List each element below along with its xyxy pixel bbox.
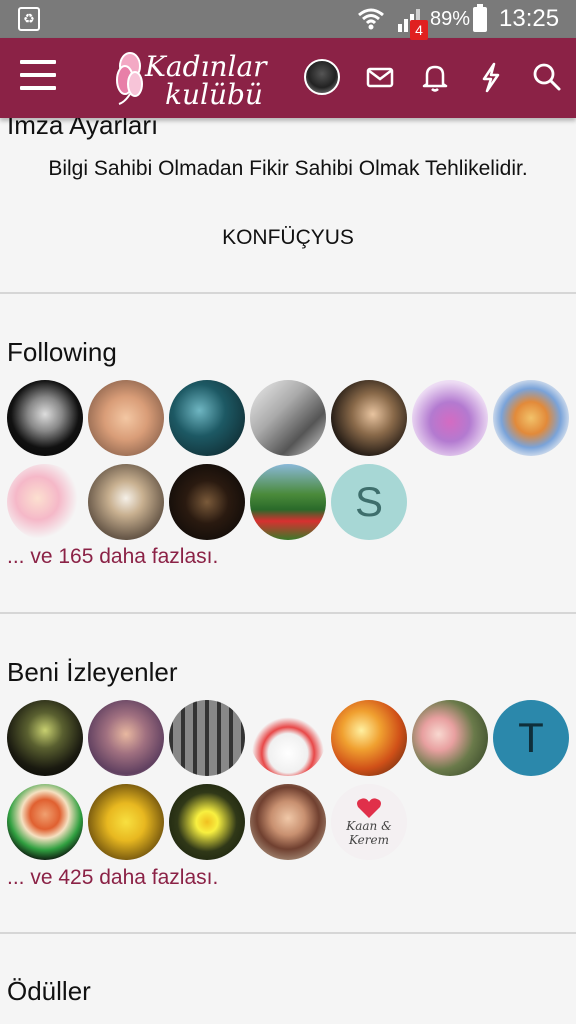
signature-author: KONFÜÇYUS	[222, 226, 354, 249]
user-avatar-button[interactable]	[304, 59, 340, 95]
avatar-queen[interactable]	[331, 380, 407, 456]
divider	[0, 612, 576, 614]
search-icon[interactable]	[530, 60, 564, 94]
avatar-doll-purple[interactable]	[412, 380, 488, 456]
avatar-reaper[interactable]	[7, 700, 83, 776]
battery-icon	[473, 4, 487, 32]
app-header: Kadınlar kulübü	[0, 38, 576, 118]
clock: 13:25	[499, 5, 560, 32]
avatar-letter-t[interactable]: T	[493, 700, 569, 776]
avatar-kaan-kerem[interactable]: Kaan & Kerem	[331, 784, 407, 860]
notification-count-badge: 4	[410, 20, 428, 40]
battery-percent: 89%	[430, 8, 471, 30]
awards-title: Ödüller	[7, 976, 91, 1006]
divider	[0, 292, 576, 294]
followers-more-link[interactable]: ... ve 425 daha fazlası.	[7, 866, 218, 890]
wifi-icon	[358, 8, 384, 30]
divider	[0, 932, 576, 934]
avatar-child[interactable]	[88, 380, 164, 456]
avatar-bw-woman[interactable]	[7, 380, 83, 456]
mail-icon[interactable]	[363, 60, 397, 94]
recycle-icon: ♻	[18, 7, 40, 31]
avatar-cartoon-girl[interactable]	[493, 380, 569, 456]
avatar-letter-s[interactable]: S	[331, 464, 407, 540]
signature-quote: Bilgi Sahibi Olmadan Fikir Sahibi Olmak …	[48, 157, 528, 180]
following-avatars-row-1	[7, 380, 569, 456]
avatar-purple-portrait[interactable]	[88, 700, 164, 776]
avatar-roses[interactable]	[412, 700, 488, 776]
following-more-link[interactable]: ... ve 165 daha fazlası.	[7, 545, 218, 569]
bell-icon[interactable]	[418, 60, 452, 94]
following-avatars-row-2: S	[7, 464, 407, 540]
avatar-daisy[interactable]	[169, 784, 245, 860]
avatar-cage[interactable]	[169, 700, 245, 776]
avatar-teal-dark[interactable]	[169, 380, 245, 456]
followers-avatars-row-1: T	[7, 700, 569, 776]
avatar-pebbles[interactable]	[7, 784, 83, 860]
avatar-old-man[interactable]	[250, 380, 326, 456]
site-logo[interactable]: Kadınlar kulübü	[113, 46, 273, 112]
followers-avatars-row-2: Kaan & Kerem	[7, 784, 407, 860]
followers-title: Beni İzleyenler	[7, 657, 178, 687]
avatar-garden[interactable]	[250, 464, 326, 540]
hamburger-menu-button[interactable]	[20, 60, 56, 94]
avatar-sunset[interactable]	[331, 700, 407, 776]
logo-text-line2: kulübü	[165, 78, 263, 111]
heart-icon	[357, 798, 381, 818]
avatar-dark-figure[interactable]	[169, 464, 245, 540]
following-title: Following	[7, 337, 117, 367]
avatar-smiling-woman[interactable]	[250, 784, 326, 860]
avatar-baby-cartoon[interactable]	[7, 464, 83, 540]
avatar-yellow-flowers[interactable]	[88, 784, 164, 860]
lightning-icon[interactable]	[474, 60, 508, 94]
avatar-kid-photo[interactable]	[88, 464, 164, 540]
status-bar: ♻ 89% 13:25	[0, 0, 576, 38]
avatar-egg-chick[interactable]	[250, 700, 326, 776]
logo-flower-icon	[116, 52, 143, 105]
